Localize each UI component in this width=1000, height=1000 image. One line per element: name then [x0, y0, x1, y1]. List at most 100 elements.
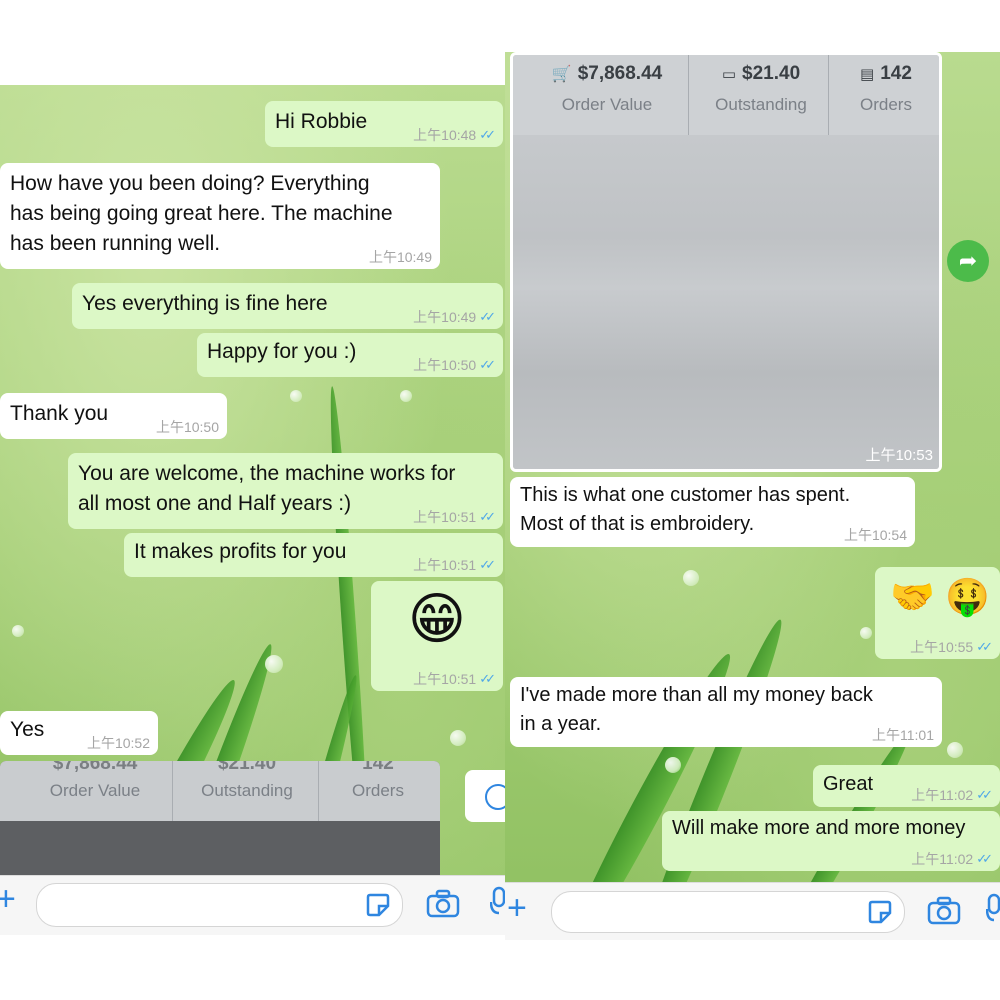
- message-bubble-outgoing[interactable]: It makes profits for you 上午10:51 ✓✓: [124, 533, 503, 577]
- message-time: 上午10:54: [843, 527, 907, 543]
- stat-value: $7,868.44: [52, 761, 138, 774]
- message-bubble-incoming[interactable]: How have you been doing? Everything has …: [0, 163, 440, 269]
- message-time: 上午10:49: [368, 249, 432, 265]
- message-meta: 上午10:49 ✓✓: [413, 309, 496, 325]
- image-message-order-stats[interactable]: 🛒 $7,868.44 Order Value ▭ $21.40 Outstandi…: [510, 52, 942, 472]
- grinning-emoji: 😁: [407, 587, 467, 650]
- mic-icon[interactable]: [490, 886, 505, 920]
- message-bubble-incoming[interactable]: I've made more than all my money back in…: [510, 677, 942, 747]
- wallpaper-dewdrop: [665, 757, 681, 773]
- input-bar: +: [0, 875, 505, 935]
- handshake-money-emoji: 🤝 🤑: [890, 576, 990, 617]
- read-ticks-icon: ✓✓: [976, 787, 993, 802]
- stat-label: Outstanding: [715, 95, 807, 114]
- message-bubble-incoming[interactable]: Thank you 上午10:50: [0, 393, 227, 439]
- image-timestamp: 上午10:53: [865, 447, 933, 464]
- message-bubble-emoji[interactable]: 🤝 🤑 上午10:55 ✓✓: [875, 567, 1000, 659]
- stat-label: Outstanding: [201, 781, 293, 800]
- stat-value-row: 🛒 $7,868.44: [527, 63, 687, 85]
- wallpaper-dewdrop: [860, 627, 872, 639]
- read-ticks-icon: ✓✓: [479, 357, 496, 372]
- message-meta: 上午11:02 ✓✓: [911, 787, 993, 803]
- stat-divider: [688, 55, 689, 135]
- wallpaper-dewdrop: [265, 655, 283, 673]
- forward-icon: ➦: [958, 248, 978, 273]
- message-time: 上午10:50: [413, 357, 477, 373]
- plus-icon[interactable]: +: [0, 882, 16, 916]
- read-ticks-icon: ✓✓: [479, 509, 496, 524]
- stat-value-row: ▤ 142: [831, 63, 939, 85]
- stat-outstanding: ▭ $21.40 Outstanding: [691, 63, 831, 115]
- left-chat-panel: Hi Robbie 上午10:48 ✓✓ How have you been do…: [0, 85, 505, 935]
- sticker-icon[interactable]: [364, 891, 392, 919]
- stat-order-value: 🛒 $7,868.44 Order Value: [527, 63, 687, 115]
- message-bubble-incoming[interactable]: Yes 上午10:52: [0, 711, 158, 755]
- message-time: 上午10:49: [413, 309, 477, 325]
- message-bubble-outgoing[interactable]: Yes everything is fine here 上午10:49 ✓✓: [72, 283, 503, 329]
- sticker-icon[interactable]: [866, 898, 894, 926]
- message-meta: 上午10:52: [87, 735, 150, 751]
- stat-value: $7,868.44: [577, 63, 663, 84]
- message-meta: 上午10:55 ✓✓: [910, 639, 993, 655]
- mic-icon[interactable]: [986, 893, 1000, 927]
- stat-value: $21.40: [742, 63, 801, 84]
- message-text: Will make more and more money: [672, 817, 966, 839]
- message-bubble-emoji[interactable]: 😁 上午10:51 ✓✓: [371, 581, 503, 691]
- forward-icon: [485, 784, 505, 810]
- message-meta: 上午10:48 ✓✓: [413, 127, 496, 143]
- message-meta: 上午10:54: [844, 527, 907, 543]
- message-time: 上午10:50: [155, 419, 219, 435]
- stat-label: Order Value: [561, 95, 653, 114]
- message-bubble-outgoing[interactable]: Will make more and more money 上午11:02 ✓✓: [662, 811, 1000, 871]
- forward-button[interactable]: ➦: [947, 240, 989, 282]
- image-blurred-area: [513, 135, 939, 469]
- stat-label: Orders: [860, 95, 912, 114]
- wallet-icon: ▭: [721, 66, 737, 83]
- wallpaper-dewdrop: [450, 730, 466, 746]
- message-meta: 上午11:01: [872, 727, 934, 743]
- wallpaper-dewdrop: [400, 390, 412, 402]
- message-text: I've made more than all my money back in…: [520, 684, 873, 735]
- wallpaper-dewdrop: [947, 742, 963, 758]
- read-ticks-icon: ✓✓: [976, 639, 993, 654]
- message-bubble-outgoing[interactable]: Great 上午11:02 ✓✓: [813, 765, 1000, 807]
- message-bubble-incoming[interactable]: This is what one customer has spent. Mos…: [510, 477, 915, 547]
- read-ticks-icon: ✓✓: [479, 671, 496, 686]
- message-time: 上午10:52: [86, 735, 150, 751]
- message-time: 上午10:51: [413, 557, 477, 573]
- message-meta: 上午10:50 ✓✓: [413, 357, 496, 373]
- image-message-partial[interactable]: $7,868.44 Order Value $21.40 Outstanding…: [0, 761, 440, 881]
- message-meta: 上午10:51 ✓✓: [413, 509, 496, 525]
- message-time: 上午11:02: [911, 851, 974, 867]
- message-time: 上午11:02: [911, 787, 974, 803]
- forward-button[interactable]: [465, 770, 505, 822]
- stat-orders-partial: 142 Orders: [318, 761, 438, 801]
- message-bubble-outgoing[interactable]: Hi Robbie 上午10:48 ✓✓: [265, 101, 503, 147]
- message-meta: 上午10:51 ✓✓: [413, 671, 496, 687]
- read-ticks-icon: ✓✓: [479, 127, 496, 142]
- plus-icon[interactable]: +: [507, 891, 527, 925]
- stat-label: Order Value: [49, 781, 141, 800]
- message-input[interactable]: [36, 883, 403, 927]
- stat-outstanding-partial: $21.40 Outstanding: [172, 761, 322, 801]
- stat-divider: [828, 55, 829, 135]
- image-stats-strip: 🛒 $7,868.44 Order Value ▭ $21.40 Outstandi…: [513, 55, 939, 135]
- stat-value: $21.40: [217, 761, 277, 774]
- message-bubble-outgoing[interactable]: Happy for you :) 上午10:50 ✓✓: [197, 333, 503, 377]
- message-text: How have you been doing? Everything has …: [10, 172, 393, 255]
- input-bar: +: [505, 882, 1000, 940]
- message-time: 上午11:01: [872, 727, 934, 743]
- camera-icon[interactable]: [426, 889, 460, 919]
- read-ticks-icon: ✓✓: [479, 557, 496, 572]
- message-bubble-outgoing[interactable]: You are welcome, the machine works for a…: [68, 453, 503, 529]
- stat-value-row: ▭ $21.40: [691, 63, 831, 85]
- message-time: 上午10:55: [910, 639, 974, 655]
- message-time: 上午10:51: [413, 671, 477, 687]
- message-meta: 上午10:51 ✓✓: [413, 557, 496, 573]
- wallpaper-dewdrop: [290, 390, 302, 402]
- message-time: 上午10:51: [413, 509, 477, 525]
- camera-icon[interactable]: [927, 896, 961, 926]
- stat-value: 142: [880, 63, 912, 84]
- message-input[interactable]: [551, 891, 905, 933]
- stat-value: 142: [362, 761, 394, 774]
